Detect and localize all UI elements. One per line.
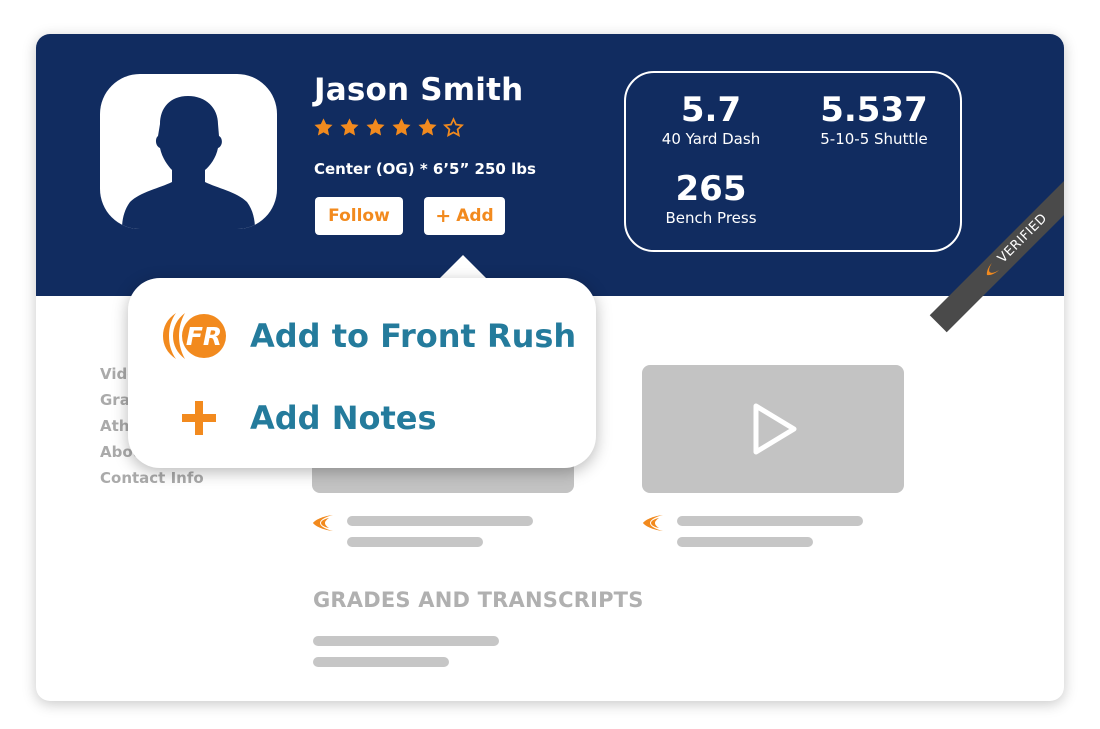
side-nav-item-contact[interactable]: Contact Info (100, 469, 204, 495)
profile-header: Jason Smith Center (OG) * 6’5” 250 lbs F… (36, 34, 1064, 333)
text-placeholder-line (313, 657, 449, 667)
stat-value: 265 (675, 169, 747, 209)
follow-button[interactable]: Follow (315, 197, 403, 235)
front-rush-swoosh-icon (643, 515, 663, 531)
combine-stats-box: 5.7 40 Yard Dash 5.537 5-10-5 Shuttle 26… (624, 71, 962, 252)
add-button-label: Add (456, 206, 494, 226)
text-placeholder-line (677, 537, 813, 547)
star-filled-icon (314, 118, 333, 136)
star-filled-icon (392, 118, 411, 136)
rating-stars (313, 117, 464, 138)
person-silhouette-icon (122, 96, 255, 229)
stat-shuttle: 5.537 5-10-5 Shuttle (804, 91, 944, 149)
stat-label: Bench Press (665, 209, 757, 227)
stat-bench-press: 265 Bench Press (646, 170, 776, 228)
text-placeholder-line (347, 516, 533, 526)
stat-value: 5.537 (820, 90, 928, 130)
text-placeholder-line (347, 537, 483, 547)
front-rush-swoosh-icon (313, 515, 333, 531)
stat-label: 40 Yard Dash (661, 130, 761, 148)
menu-item-label: Add Notes (250, 399, 437, 437)
star-outline-icon (443, 117, 464, 137)
verified-label: VERIFIED (994, 210, 1051, 267)
athlete-name: Jason Smith (314, 72, 524, 108)
play-icon (753, 403, 797, 455)
text-placeholder-line (677, 516, 863, 526)
star-filled-icon (366, 118, 385, 136)
menu-item-label: Add to Front Rush (250, 317, 577, 355)
add-popup-menu: FR Add to Front Rush Add Notes (128, 278, 596, 468)
star-filled-icon (418, 118, 437, 136)
menu-item-add-notes[interactable]: Add Notes (158, 388, 578, 448)
plus-icon (182, 401, 216, 435)
stat-40-yard-dash: 5.7 40 Yard Dash (646, 91, 776, 149)
front-rush-logo-icon: FR (163, 313, 226, 359)
section-title-grades: GRADES AND TRANSCRIPTS (313, 588, 644, 612)
plus-icon: + (435, 205, 452, 227)
menu-item-add-to-front-rush[interactable]: FR Add to Front Rush (158, 306, 578, 366)
video-thumbnail[interactable] (642, 365, 904, 493)
front-rush-swoosh-icon (987, 262, 1000, 275)
stat-value: 5.7 (680, 90, 742, 130)
avatar (100, 74, 277, 229)
star-filled-icon (340, 118, 359, 136)
add-button[interactable]: + Add (424, 197, 505, 235)
stat-label: 5-10-5 Shuttle (820, 130, 928, 148)
text-placeholder-line (313, 636, 499, 646)
svg-text:FR: FR (186, 322, 222, 351)
position-height-weight: Center (OG) * 6’5” 250 lbs (314, 160, 536, 178)
